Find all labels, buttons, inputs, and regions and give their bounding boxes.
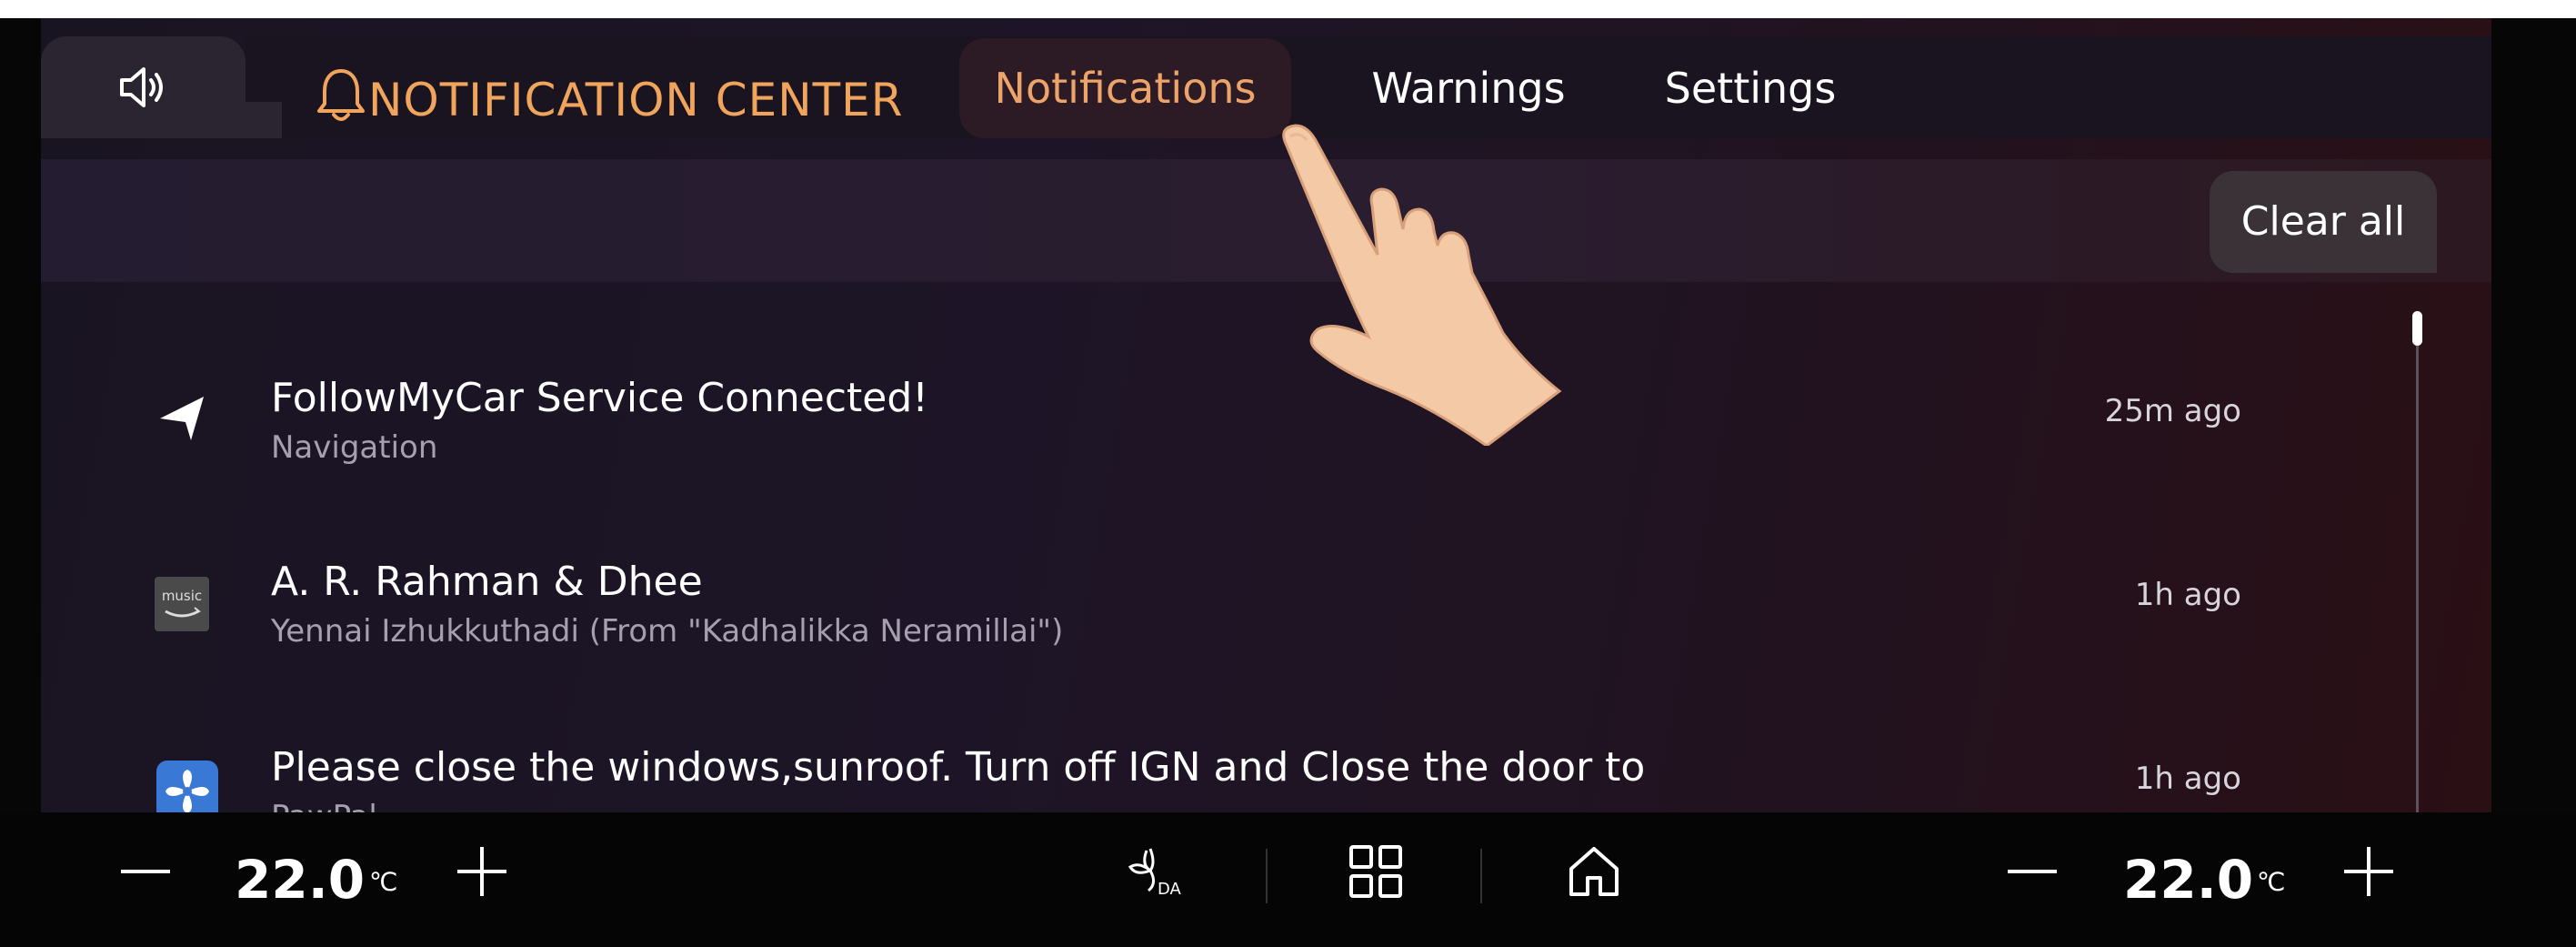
svg-text:music: music	[162, 588, 202, 604]
navigation-arrow-icon	[160, 397, 204, 440]
left-temp-increase-button[interactable]	[450, 840, 514, 903]
pawpal-fan-icon	[156, 761, 218, 812]
pointing-hand-icon	[1282, 124, 1562, 446]
scrollbar-thumb[interactable]	[2412, 311, 2422, 346]
speaker-icon	[119, 67, 163, 107]
clear-all-button[interactable]: Clear all	[2210, 171, 2437, 273]
right-temperature: 22.0	[2123, 849, 2254, 911]
tab-notifications[interactable]: Notifications	[959, 38, 1291, 138]
page-title: NOTIFICATION CENTER	[368, 74, 904, 126]
notification-time: 25m ago	[2104, 393, 2241, 429]
amazon-music-icon: music	[155, 577, 209, 631]
left-temperature: 22.0	[235, 849, 366, 911]
notification-title: Please close the windows,sunroof. Turn o…	[271, 744, 1646, 791]
right-temp-unit: ℃	[2257, 867, 2286, 897]
sound-button[interactable]	[41, 36, 282, 138]
toolbar-strip	[41, 159, 2491, 282]
list-item[interactable]: Please close the windows,sunroof. Turn o…	[41, 722, 2405, 812]
right-temp-increase-button[interactable]	[2337, 840, 2401, 903]
climate-bar: 22.0 ℃ DA 22.0 ℃	[0, 812, 2576, 947]
notification-subtitle: PawPal	[271, 799, 377, 812]
right-temp-decrease-button[interactable]	[2000, 840, 2064, 903]
notification-screen: NOTIFICATION CENTER Notifications Warnin…	[41, 18, 2491, 812]
notification-subtitle: Navigation	[271, 429, 438, 466]
tab-settings[interactable]: Settings	[1632, 38, 1869, 138]
bell-icon	[317, 69, 365, 121]
svg-text:DA: DA	[1158, 880, 1182, 899]
notification-time: 1h ago	[2134, 761, 2241, 797]
fan-auto-icon[interactable]: DA	[1123, 840, 1187, 903]
left-temp-unit: ℃	[369, 867, 398, 897]
left-temp-decrease-button[interactable]	[114, 840, 177, 903]
list-item[interactable]: FollowMyCar Service Connected! Navigatio…	[41, 355, 2405, 500]
divider	[1266, 849, 1268, 903]
notification-title: FollowMyCar Service Connected!	[271, 375, 928, 421]
notification-time: 1h ago	[2134, 577, 2241, 613]
apps-grid-icon[interactable]	[1344, 840, 1408, 903]
notification-subtitle: Yennai Izhukkuthadi (From "Kadhalikka Ne…	[271, 613, 1064, 650]
head-unit-frame: NOTIFICATION CENTER Notifications Warnin…	[0, 18, 2576, 947]
home-icon[interactable]	[1562, 840, 1626, 903]
list-item[interactable]: music A. R. Rahman & Dhee Yennai Izhukku…	[41, 539, 2405, 684]
scrollbar-track[interactable]	[2416, 323, 2419, 812]
divider	[1480, 849, 1482, 903]
notification-title: A. R. Rahman & Dhee	[271, 559, 703, 605]
